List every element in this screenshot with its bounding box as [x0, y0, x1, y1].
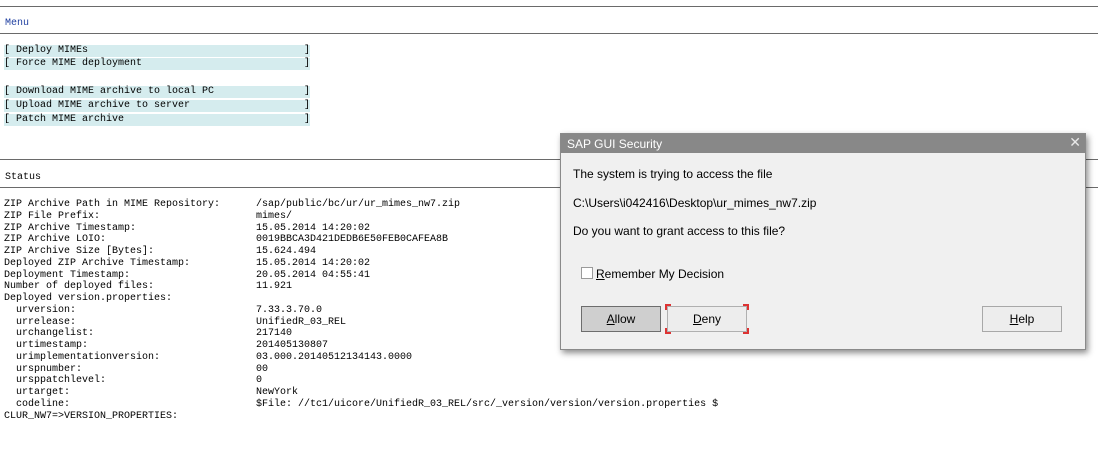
status-key: Deployed ZIP Archive Timestamp: [4, 257, 191, 269]
status-value: 11.921 [256, 281, 293, 293]
status-value: 0 [256, 375, 263, 387]
remember-label: emember My Decision [604, 267, 725, 281]
status-value: 201405130807 [256, 340, 329, 351]
deny-button[interactable]: Deny [667, 306, 747, 332]
status-value: 217140 [256, 328, 293, 340]
allow-button[interactable]: Allow [581, 306, 661, 332]
menu-divider [0, 33, 1098, 34]
menu-item-bracket: ] [303, 58, 310, 69]
menu-item-bracket: ] [303, 100, 310, 111]
status-value: /sap/public/bc/ur/ur_mimes_nw7.zip [256, 199, 461, 210]
status-value: mimes/ [256, 210, 293, 222]
checkbox-square[interactable] [581, 267, 593, 279]
status-key: ZIP Archive Timestamp: [4, 222, 137, 234]
deny-label: eny [701, 312, 722, 326]
focus-corner-marker [743, 304, 749, 310]
status-key: urtarget: [4, 387, 71, 398]
status-value: 15.624.494 [256, 246, 317, 257]
dialog-message: The system is trying to access the file [573, 167, 773, 181]
remember-mnemonic: R [596, 267, 605, 281]
allow-mnemonic: A [606, 312, 615, 326]
status-key: Deployment Timestamp: [4, 269, 131, 281]
menu-item-label: [ Deploy MIMEs [4, 45, 89, 56]
menu-item-label: [ Patch MIME archive [4, 114, 125, 125]
menu-item-label: [ Force MIME deployment [4, 58, 143, 69]
status-value: 0019BBCA3D421DEDB6E50FEB0CAFEA8B [256, 234, 449, 246]
status-key: ZIP Archive Size [Bytes]: [4, 246, 155, 257]
menu-item-bracket: ] [303, 114, 310, 125]
status-value: 15.05.2014 14:20:02 [256, 257, 371, 269]
focus-corner-marker [743, 328, 749, 334]
menu-title: Menu [5, 18, 30, 29]
status-key: codeline: [4, 398, 71, 410]
menu-item-bracket: ] [303, 86, 310, 97]
status-key: urspnumber: [4, 363, 83, 375]
status-key: urchangelist: [4, 328, 95, 340]
top-divider [0, 6, 1098, 7]
menu-item-label: [ Upload MIME archive to server [4, 100, 191, 111]
dialog-question: Do you want to grant access to this file… [573, 224, 786, 238]
status-key: Number of deployed files: [4, 281, 155, 293]
dialog-title: SAP GUI Security [567, 137, 663, 151]
status-value: 20.05.2014 04:55:41 [256, 269, 371, 281]
status-value: UnifiedR_03_REL [256, 316, 347, 328]
menu-item-label: [ Download MIME archive to local PC [4, 86, 215, 97]
dialog-titlebar[interactable]: SAP GUI Security ✕ [561, 134, 1085, 153]
menu-item-upload-mime-archive[interactable]: [ Upload MIME archive to server ] [4, 100, 310, 112]
status-value: 15.05.2014 14:20:02 [256, 222, 371, 234]
focus-corner-marker [665, 328, 671, 334]
status-title: Status [5, 172, 42, 183]
status-key: urtimestamp: [4, 340, 89, 351]
help-label: elp [1018, 312, 1035, 326]
status-key: CLUR_NW7=>VERSION_PROPERTIES: [4, 410, 179, 422]
menu-item-download-mime-archive[interactable]: [ Download MIME archive to local PC ] [4, 86, 310, 98]
status-value: $File: //tc1/uicore/UnifiedR_03_REL/src/… [256, 398, 719, 410]
status-key: ZIP Archive LOIO: [4, 234, 107, 246]
focus-corner-marker [665, 304, 671, 310]
status-value: 7.33.3.70.0 [256, 304, 323, 316]
allow-label: llow [614, 312, 636, 326]
status-value: 03.000.20140512134143.0000 [256, 351, 413, 363]
status-key: ZIP File Prefix: [4, 210, 101, 222]
menu-item-bracket: ] [303, 45, 310, 56]
menu-item-patch-mime-archive[interactable]: [ Patch MIME archive ] [4, 114, 310, 126]
menu-item-force-mime-deployment[interactable]: [ Force MIME deployment ] [4, 58, 310, 70]
close-icon[interactable]: ✕ [1069, 134, 1081, 151]
status-key: urrelease: [4, 316, 77, 328]
status-value: NewYork [256, 387, 299, 398]
status-key: ursppatchlevel: [4, 375, 107, 387]
status-value: 00 [256, 363, 269, 375]
menu-item-deploy-mimes[interactable]: [ Deploy MIMEs ] [4, 45, 310, 57]
status-key: urimplementationversion: [4, 351, 161, 363]
status-key: Deployed version.properties: [4, 293, 173, 304]
status-key: urversion: [4, 304, 77, 316]
dialog-file-path: C:\Users\i042416\Desktop\ur_mimes_nw7.zi… [573, 196, 817, 210]
help-button[interactable]: Help [982, 306, 1062, 332]
deny-mnemonic: D [692, 312, 702, 326]
remember-decision-checkbox[interactable]: Remember My Decision [581, 267, 724, 281]
status-key: ZIP Archive Path in MIME Repository: [4, 199, 221, 210]
security-dialog: SAP GUI Security ✕ The system is trying … [560, 133, 1086, 350]
